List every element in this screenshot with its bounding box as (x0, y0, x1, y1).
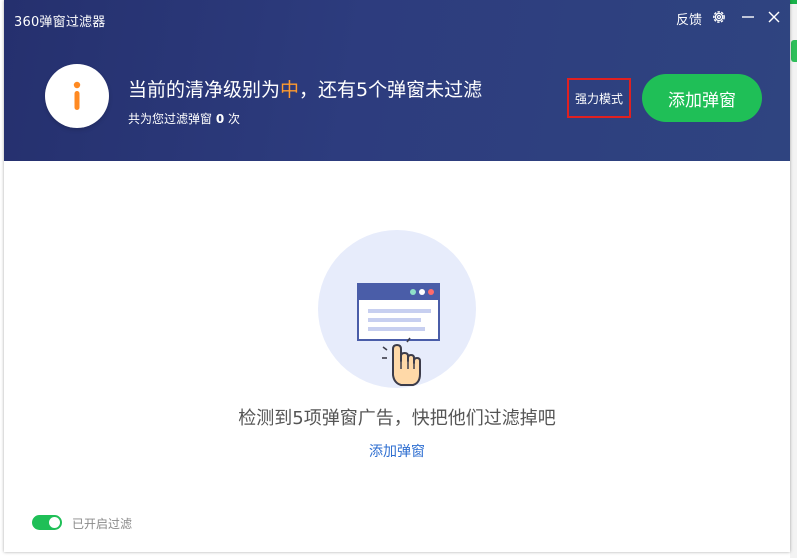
background-window-strip (790, 0, 797, 558)
browser-window-illustration (317, 229, 477, 389)
window-title: 360弹窗过滤器 (14, 15, 106, 30)
add-popup-link-wrap: 添加弹窗 (4, 441, 790, 461)
headline-prefix: 当前的清净级别为 (128, 79, 281, 101)
filter-toggle[interactable] (32, 515, 62, 530)
info-icon (45, 64, 109, 128)
filtered-suffix: 次 (228, 112, 241, 126)
strong-mode-button[interactable]: 强力模式 (567, 78, 631, 118)
settings-icon[interactable] (710, 8, 728, 26)
filtered-count-line: 共为您过滤弹窗 0 次 (128, 110, 240, 127)
popup-filter-window: 360弹窗过滤器 反馈 当前的清净级别为中，还有5个弹窗未过滤 共为您过滤弹窗 … (4, 0, 790, 552)
toggle-knob (49, 517, 60, 528)
close-icon[interactable] (765, 8, 783, 26)
status-headline: 当前的清净级别为中，还有5个弹窗未过滤 (128, 75, 482, 102)
add-popup-button[interactable]: 添加弹窗 (642, 74, 762, 122)
minimize-icon[interactable] (739, 8, 757, 26)
background-green-bar (790, 0, 797, 4)
add-popup-link[interactable]: 添加弹窗 (369, 444, 425, 460)
filtered-prefix: 共为您过滤弹窗 (128, 112, 213, 126)
filter-toggle-label: 已开启过滤 (72, 517, 133, 531)
detected-popups-message: 检测到5项弹窗广告，快把他们过滤掉吧 (238, 408, 556, 429)
clean-level-value: 中 (280, 79, 300, 101)
headline-suffix: ，还有5个弹窗未过滤 (299, 79, 483, 101)
background-green-tab (791, 40, 797, 62)
header-banner: 360弹窗过滤器 反馈 当前的清净级别为中，还有5个弹窗未过滤 共为您过滤弹窗 … (4, 0, 790, 161)
filtered-count: 0 (215, 112, 225, 126)
feedback-button[interactable]: 反馈 (676, 9, 702, 28)
